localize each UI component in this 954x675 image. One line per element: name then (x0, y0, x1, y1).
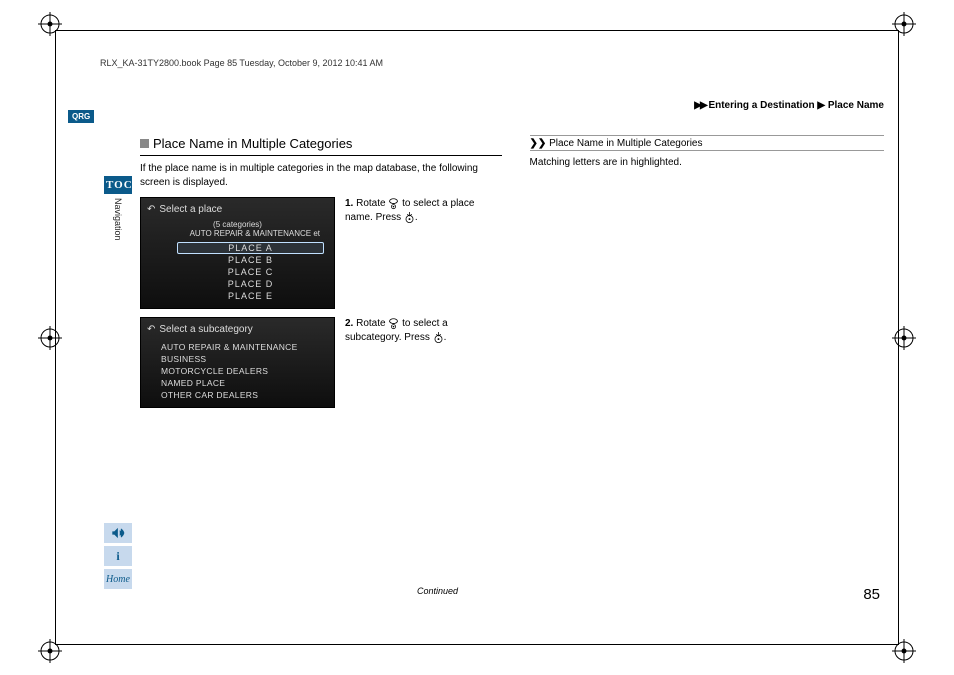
breadcrumb: ▶▶ Entering a Destination ▶ Place Name (694, 100, 884, 111)
section-title: Place Name in Multiple Categories (153, 136, 352, 151)
screenshot-list: AUTO REPAIR & MAINTENANCE BUSINESS MOTOR… (141, 338, 334, 401)
section-title-row: Place Name in Multiple Categories (140, 135, 502, 156)
book-header-line: RLX_KA-31TY2800.book Page 85 Tuesday, Oc… (70, 40, 884, 68)
step-part: Rotate (356, 318, 388, 329)
breadcrumb-seg[interactable]: Entering a Destination (708, 100, 814, 111)
screenshot-select-place: ↶ Select a place (5 categories) AUTO REP… (140, 197, 335, 309)
breadcrumb-arrows-icon: ▶▶ (694, 100, 705, 111)
section-bullet-icon (140, 139, 149, 148)
toc-button[interactable]: TOC (104, 176, 132, 194)
back-icon: ↶ (147, 204, 155, 215)
list-item: PLACE C (177, 266, 324, 278)
crop-mark-icon (38, 326, 62, 350)
list-item: MOTORCYCLE DEALERS (157, 365, 334, 377)
press-dial-icon (433, 331, 444, 344)
toc-strip: TOC Navigation (104, 176, 132, 241)
step-text: 1. Rotate to select a place name. Press … (345, 197, 502, 309)
crop-mark-icon (892, 326, 916, 350)
screenshot-title: Select a subcategory (159, 324, 252, 335)
left-column: Place Name in Multiple Categories If the… (140, 135, 502, 615)
step-part: Rotate (356, 198, 388, 209)
list-item: NAMED PLACE (157, 377, 334, 389)
sidenote-body: Matching letters are in highlighted. (530, 151, 884, 168)
info-button[interactable]: i (104, 546, 132, 566)
screenshot-title: Select a place (159, 204, 222, 215)
step-row: ↶ Select a place (5 categories) AUTO REP… (140, 197, 502, 309)
step-part: . (415, 212, 418, 223)
step-row: ↶ Select a subcategory AUTO REPAIR & MAI… (140, 317, 502, 408)
page-number: 85 (863, 586, 880, 603)
list-item: BUSINESS (157, 353, 334, 365)
screenshot-count: (5 categories) (141, 218, 334, 229)
home-button[interactable]: Home (104, 569, 132, 589)
screenshot-select-subcategory: ↶ Select a subcategory AUTO REPAIR & MAI… (140, 317, 335, 408)
sidenote-marker-icon: ❯❯ (530, 138, 547, 149)
breadcrumb-seg[interactable]: Place Name (828, 100, 884, 111)
step-number: 1. (345, 198, 353, 209)
section-intro: If the place name is in multiple categor… (140, 162, 502, 189)
screenshot-list: PLACE A PLACE B PLACE C PLACE D PLACE E (141, 240, 334, 302)
sidenote-title: Place Name in Multiple Categories (549, 138, 702, 149)
main-columns: Place Name in Multiple Categories If the… (140, 135, 884, 615)
continued-label: Continued (417, 586, 458, 596)
screenshot-meta: AUTO REPAIR & MAINTENANCE et (141, 229, 334, 240)
breadcrumb-sep-icon: ▶ (817, 100, 825, 111)
list-item: OTHER CAR DEALERS (157, 389, 334, 401)
rotate-dial-icon (388, 197, 399, 210)
right-column: ❯❯ Place Name in Multiple Categories Mat… (530, 135, 884, 615)
side-icon-bar: i Home (104, 523, 132, 589)
crop-mark-icon (892, 639, 916, 663)
qrg-tag[interactable]: QRG (68, 110, 94, 123)
crop-mark-icon (38, 12, 62, 36)
voice-button[interactable] (104, 523, 132, 543)
step-number: 2. (345, 318, 353, 329)
back-icon: ↶ (147, 324, 155, 335)
list-item: PLACE D (177, 278, 324, 290)
sidenote-title-row: ❯❯ Place Name in Multiple Categories (530, 136, 884, 149)
screenshot-header: ↶ Select a place (141, 202, 334, 218)
step-text: 2. Rotate to select a subcategory. Press… (345, 317, 502, 408)
crop-mark-icon (892, 12, 916, 36)
screenshot-header: ↶ Select a subcategory (141, 322, 334, 338)
list-item: AUTO REPAIR & MAINTENANCE (157, 341, 334, 353)
press-dial-icon (404, 211, 415, 224)
crop-mark-icon (38, 639, 62, 663)
info-icon: i (116, 549, 119, 564)
list-item: PLACE B (177, 254, 324, 266)
step-part: . (444, 332, 447, 343)
voice-icon (111, 526, 125, 540)
toc-section-label: Navigation (113, 198, 123, 241)
rotate-dial-icon (388, 317, 399, 330)
page: RLX_KA-31TY2800.book Page 85 Tuesday, Oc… (0, 0, 954, 675)
list-item: PLACE A (177, 242, 324, 254)
list-item: PLACE E (177, 290, 324, 302)
